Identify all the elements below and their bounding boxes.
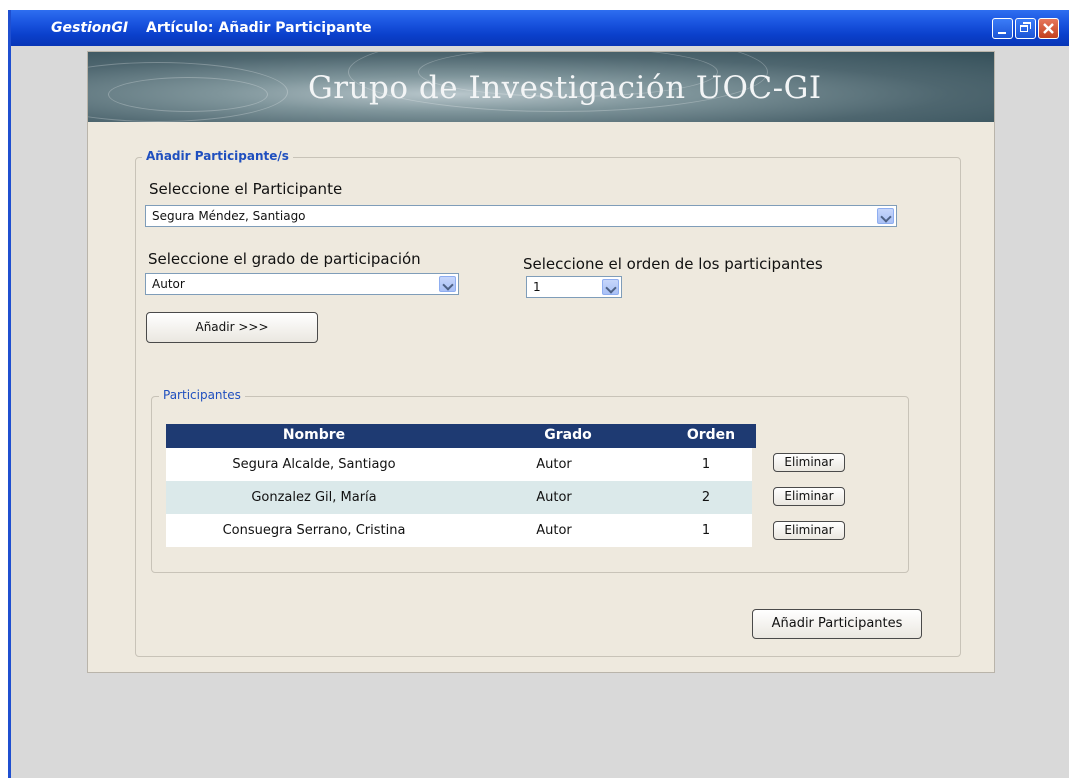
participant-select-value: Segura Méndez, Santiago xyxy=(152,209,306,223)
minimize-button[interactable] xyxy=(992,18,1013,39)
grade-select-value: Autor xyxy=(152,277,185,291)
column-header-grado: Grado xyxy=(544,427,592,443)
cell-nombre: Segura Alcalde, Santiago xyxy=(232,457,396,472)
participant-select[interactable]: Segura Méndez, Santiago xyxy=(145,205,897,227)
cell-nombre: Consuegra Serrano, Cristina xyxy=(222,523,406,538)
grade-select[interactable]: Autor xyxy=(145,273,459,295)
cell-grado: Autor xyxy=(536,457,572,472)
grade-label: Seleccione el grado de participación xyxy=(148,250,421,268)
chevron-down-icon[interactable] xyxy=(439,276,456,292)
cell-nombre: Gonzalez Gil, María xyxy=(251,490,377,505)
close-button[interactable] xyxy=(1038,18,1059,39)
chevron-down-icon[interactable] xyxy=(877,208,894,224)
order-label: Seleccione el orden de los participantes xyxy=(523,255,823,273)
app-name: GestionGI xyxy=(51,20,129,36)
column-header-orden: Orden xyxy=(686,427,736,443)
delete-button[interactable]: Eliminar xyxy=(773,487,845,506)
header-banner: Grupo de Investigación UOC-GI xyxy=(88,52,994,122)
cell-grado: Autor xyxy=(536,490,572,505)
cell-orden: 1 xyxy=(701,523,711,538)
table-row: Consuegra Serrano, Cristina Autor 1 xyxy=(166,514,752,547)
table-row: Segura Alcalde, Santiago Autor 1 xyxy=(166,448,752,481)
delete-button[interactable]: Eliminar xyxy=(773,521,845,540)
table-row: Gonzalez Gil, María Autor 2 xyxy=(166,481,752,514)
cell-grado: Autor xyxy=(536,523,572,538)
minimize-icon xyxy=(998,32,1006,34)
close-icon xyxy=(1043,23,1054,34)
add-participants-button[interactable]: Añadir Participantes xyxy=(752,609,922,639)
participants-legend: Participantes xyxy=(159,388,245,402)
table-header: Nombre Grado Orden xyxy=(166,424,756,448)
participant-label: Seleccione el Participante xyxy=(149,180,343,198)
cell-orden: 2 xyxy=(701,490,711,505)
delete-button[interactable]: Eliminar xyxy=(773,453,845,472)
window-title: Artículo: Añadir Participante xyxy=(146,20,372,36)
banner-title: Grupo de Investigación UOC-GI xyxy=(308,70,822,106)
add-participants-legend: Añadir Participante/s xyxy=(142,149,293,163)
order-select[interactable]: 1 xyxy=(526,276,622,298)
chevron-down-icon[interactable] xyxy=(602,279,619,295)
column-header-nombre: Nombre xyxy=(282,427,346,443)
cell-orden: 1 xyxy=(701,457,711,472)
add-button[interactable]: Añadir >>> xyxy=(146,312,318,343)
order-select-value: 1 xyxy=(533,280,541,294)
restore-button[interactable] xyxy=(1015,18,1036,39)
title-bar: GestionGI Artículo: Añadir Participante xyxy=(11,10,1069,46)
